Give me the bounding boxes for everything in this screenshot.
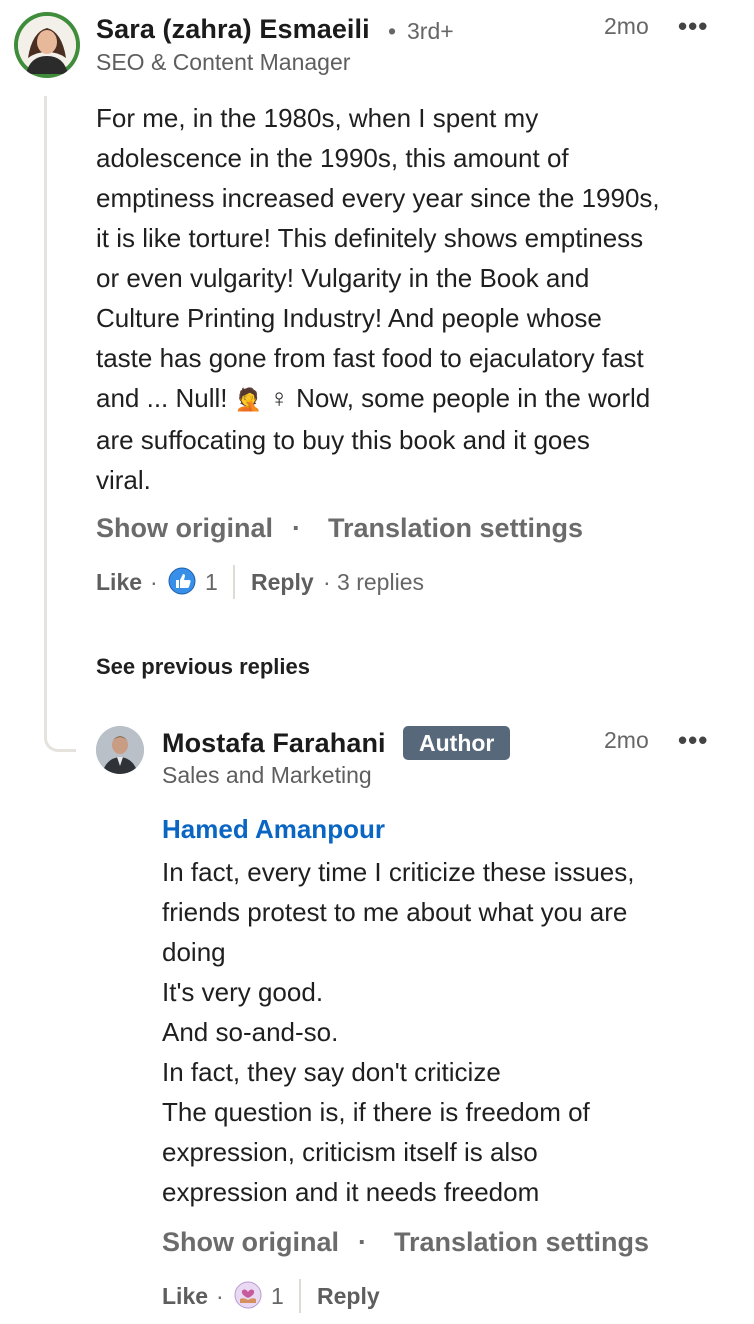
translation-settings-button[interactable]: Translation settings [394,1227,649,1258]
show-original-button[interactable]: Show original [162,1227,339,1258]
comment-text-line: or even vulgarity! Vulgarity in the Book… [96,263,590,293]
like-thumb-icon[interactable] [168,567,196,595]
separator-dot: · [216,1283,224,1309]
reply-author-name[interactable]: Mostafa Farahani [162,728,386,759]
reply-body: In fact, every time I criticize these is… [162,852,635,1212]
show-original-button[interactable]: Show original [96,513,273,544]
comment-timestamp: 2mo [604,13,649,39]
thread-connector-line [44,96,76,752]
reaction-count[interactable]: 1 [205,569,218,596]
reply-text-line: The question is, if there is freedom of [162,1097,590,1127]
like-button[interactable]: Like [96,569,142,596]
mention-link[interactable]: Hamed Amanpour [162,814,385,845]
author-headline: Sales and Marketing [162,762,372,788]
comment-author-name[interactable]: Sara (zahra) Esmaeili [96,14,370,45]
reply-text-line: doing [162,937,226,967]
comment-text-line: For me, in the 1980s, when I spent my [96,103,539,133]
degree-separator: • [388,18,397,44]
connection-degree: 3rd+ [407,18,454,44]
replies-count-link[interactable]: · 3 replies [323,569,424,596]
separator-dot: · [150,569,158,595]
action-divider [299,1279,301,1313]
reply-text-line: expression, criticism itself is also [162,1137,538,1167]
translation-settings-button[interactable]: Translation settings [328,513,583,544]
see-previous-replies-link[interactable]: See previous replies [96,654,310,680]
reply-text-line: It's very good. [162,977,324,1007]
reply-text-line: friends protest to me about what you are [162,897,628,927]
comment-text-line: it is like torture! This definitely show… [96,223,644,253]
comment-text-line: emptiness increased every year since the… [96,183,660,213]
reply-text-line: And so-and-so. [162,1017,339,1047]
comment-text-fragment: Now, some people in the world [296,383,651,413]
reply-text-line: expression and it needs freedom [162,1177,540,1207]
reply-text-line: In fact, every time I criticize these is… [162,857,635,887]
comment-text-line: viral. [96,465,151,495]
like-button[interactable]: Like [162,1283,208,1310]
female-sign-icon: ♀ [269,383,289,413]
avatar-mostafa-farahani[interactable] [96,726,144,774]
more-options-icon[interactable]: ••• [678,727,708,753]
author-headline: SEO & Content Manager [96,49,351,75]
facepalm-emoji-icon: 🤦 [234,387,263,412]
profile-photo-icon [18,16,76,74]
reply-button[interactable]: Reply [317,1283,380,1310]
reply-button[interactable]: Reply [251,569,314,596]
comment-text-fragment: and ... Null! [96,383,228,413]
comment-text-line: are suffocating to buy this book and it … [96,425,590,455]
reply-text-line: In fact, they say don't criticize [162,1057,501,1087]
comment-text-line: Culture Printing Industry! And people wh… [96,303,602,333]
reply-timestamp: 2mo [604,727,649,753]
profile-photo-icon [96,726,144,774]
comment-text-line: and ... Null! 🤦 ♀ Now, some people in th… [96,378,660,420]
comment-text-line: adolescence in the 1990s, this amount of [96,143,569,173]
avatar-sara-esmaeili[interactable] [14,12,80,78]
action-divider [233,565,235,599]
more-options-icon[interactable]: ••• [678,13,708,39]
comment-body: For me, in the 1980s, when I spent my ad… [96,98,660,500]
author-badge: Author [403,726,511,760]
comment-text-line: taste has gone from fast food to ejacula… [96,343,644,373]
separator-dot: · [292,513,301,543]
support-heart-hand-icon[interactable] [234,1281,262,1309]
reaction-count[interactable]: 1 [271,1283,284,1310]
separator-dot: · [358,1227,367,1257]
